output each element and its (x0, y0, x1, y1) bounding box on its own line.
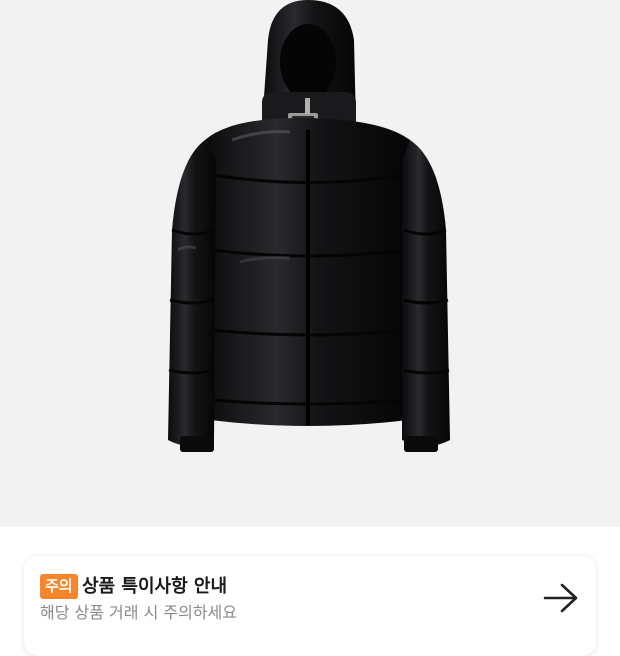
product-notice-card[interactable]: 주의 상품 특이사항 안내 해당 상품 거래 시 주의하세요 (24, 556, 596, 656)
caution-badge: 주의 (40, 574, 78, 599)
product-image[interactable] (0, 0, 620, 527)
puffer-jacket-image (168, 0, 450, 452)
notice-subtitle: 해당 상품 거래 시 주의하세요 (40, 603, 237, 622)
arrow-right-icon[interactable] (542, 581, 580, 615)
notice-title: 상품 특이사항 안내 (82, 576, 228, 597)
